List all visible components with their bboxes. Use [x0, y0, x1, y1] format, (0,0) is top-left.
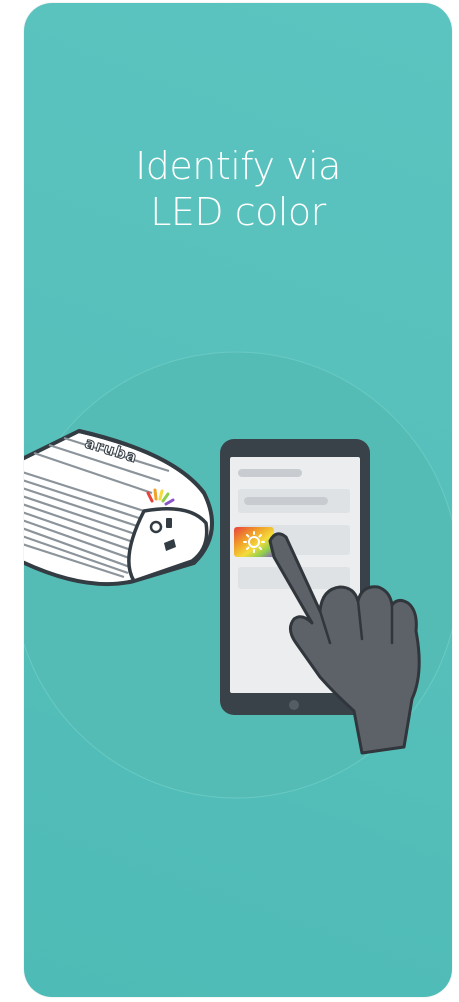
page-title: Identify via LED color [24, 143, 452, 235]
title-line-1: Identify via [135, 144, 341, 188]
onboarding-card: Identify via LED color aruba [24, 3, 452, 997]
identify-led-illustration: aruba [24, 351, 452, 799]
title-line-2: LED color [150, 190, 326, 234]
